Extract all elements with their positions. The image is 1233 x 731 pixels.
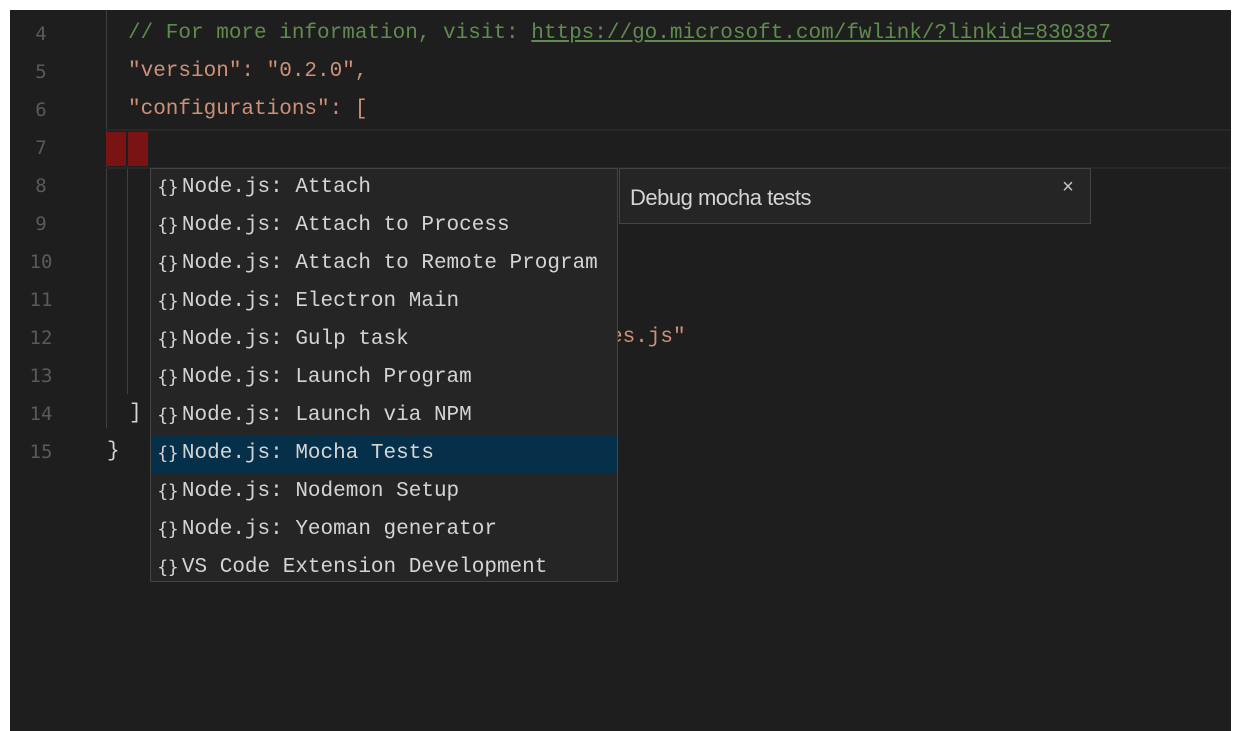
suggestion-label: VS Code Extension Development xyxy=(181,556,548,579)
current-line-highlight xyxy=(106,129,1231,169)
indent-guide xyxy=(106,10,107,428)
line-number: 5 xyxy=(35,61,47,83)
braces-icon: {} xyxy=(157,329,179,350)
braces-icon: {} xyxy=(157,253,179,274)
code-line: "version": "0.2.0", xyxy=(128,60,368,83)
suggestion-label: Node.js: Gulp task xyxy=(181,328,409,351)
suggestion-item[interactable]: {} Node.js: Attach xyxy=(151,169,617,207)
code-line: } xyxy=(107,440,120,463)
details-text: Debug mocha tests xyxy=(630,185,812,210)
suggestion-item[interactable]: {} Node.js: Nodemon Setup xyxy=(151,473,617,511)
suggestion-label: Node.js: Attach xyxy=(181,176,371,199)
indent-guide xyxy=(127,166,128,394)
braces-icon: {} xyxy=(157,177,179,198)
code-line: // For more information, visit: https://… xyxy=(128,15,1111,53)
suggestion-label: Node.js: Launch via NPM xyxy=(181,404,472,427)
line-number: 11 xyxy=(29,289,53,311)
line-number: 4 xyxy=(35,23,47,45)
line-number: 15 xyxy=(29,441,53,463)
suggestion-item[interactable]: {} Node.js: Gulp task xyxy=(151,321,617,359)
braces-icon: {} xyxy=(157,215,179,236)
line-number: 10 xyxy=(29,251,53,273)
braces-icon: {} xyxy=(157,405,179,426)
code-line: ] xyxy=(129,402,142,425)
code-line: "configurations": [ xyxy=(128,98,368,121)
suggestion-item[interactable]: {} Node.js: Attach to Process xyxy=(151,207,617,245)
line-number: 9 xyxy=(35,213,47,235)
suggestion-item[interactable]: {} Node.js: Launch Program xyxy=(151,359,617,397)
line-number: 13 xyxy=(29,365,53,387)
code-line: es.js" xyxy=(610,326,686,349)
suggestion-item[interactable]: {} Node.js: Attach to Remote Program xyxy=(151,245,617,283)
error-marker xyxy=(128,132,148,166)
suggestion-item-selected[interactable]: {} Node.js: Mocha Tests xyxy=(151,435,617,473)
braces-icon: {} xyxy=(157,291,179,312)
braces-icon: {} xyxy=(157,557,179,578)
error-marker xyxy=(106,132,126,166)
line-number: 8 xyxy=(35,175,47,197)
braces-icon: {} xyxy=(157,481,179,502)
suggestion-label: Node.js: Yeoman generator xyxy=(181,518,497,541)
suggestion-label: Node.js: Electron Main xyxy=(181,290,460,313)
braces-icon: {} xyxy=(157,519,179,540)
line-number: 12 xyxy=(29,327,53,349)
suggestion-list[interactable]: {} Node.js: Attach {} Node.js: Attach to P… xyxy=(150,168,618,582)
braces-icon: {} xyxy=(157,367,179,388)
braces-icon: {} xyxy=(157,443,179,464)
suggestion-label: Node.js: Attach to Remote Program xyxy=(181,252,598,275)
suggestion-item[interactable]: {} VS Code Extension Development xyxy=(151,549,617,587)
suggestion-item[interactable]: {} Node.js: Yeoman generator xyxy=(151,511,617,549)
suggestion-item[interactable]: {} Node.js: Launch via NPM xyxy=(151,397,617,435)
line-number: 7 xyxy=(35,137,47,159)
suggestion-label: Node.js: Launch Program xyxy=(181,366,472,389)
suggestion-label: Node.js: Attach to Process xyxy=(181,214,510,237)
line-number: 14 xyxy=(29,403,53,425)
comment-text: // For more information, visit: xyxy=(128,22,532,45)
comment-link[interactable]: https://go.microsoft.com/fwlink/?linkid=… xyxy=(531,22,1111,45)
suggestion-item[interactable]: {} Node.js: Electron Main xyxy=(151,283,617,321)
suggestion-label: Node.js: Nodemon Setup xyxy=(181,480,460,503)
suggestion-details: Debug mocha tests × xyxy=(619,168,1091,224)
close-icon[interactable]: × xyxy=(1058,177,1078,197)
code-editor[interactable]: 4 5 6 7 8 9 10 11 12 13 14 15 // For mor… xyxy=(10,10,1231,731)
line-number: 6 xyxy=(35,99,47,121)
suggestion-label: Node.js: Mocha Tests xyxy=(181,442,434,465)
